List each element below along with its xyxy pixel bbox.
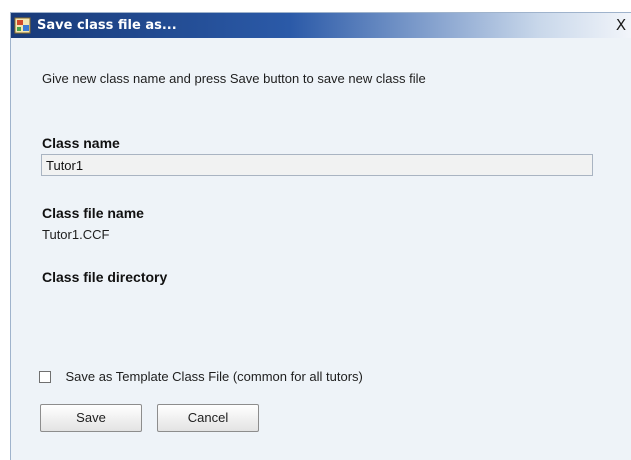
template-checkbox[interactable]	[39, 370, 51, 383]
instructions-text: Give new class name and press Save butto…	[42, 71, 426, 86]
template-option-row: Save as Template Class File (common for …	[39, 368, 363, 384]
app-icon	[14, 17, 31, 34]
class-file-name-label: Class file name	[42, 205, 144, 221]
class-file-directory-label: Class file directory	[42, 269, 168, 285]
save-class-file-dialog: Save class file as... X Give new class n…	[10, 12, 631, 460]
save-button[interactable]: Save	[40, 404, 142, 432]
class-name-input[interactable]	[41, 154, 593, 176]
template-checkbox-label[interactable]: Save as Template Class File (common for …	[65, 369, 362, 384]
class-name-label: Class name	[42, 135, 120, 151]
dialog-title: Save class file as...	[37, 18, 177, 33]
title-bar[interactable]: Save class file as... X	[11, 13, 631, 38]
class-file-name-value: Tutor1.CCF	[42, 227, 110, 242]
close-icon[interactable]: X	[613, 16, 629, 34]
cancel-button[interactable]: Cancel	[157, 404, 259, 432]
